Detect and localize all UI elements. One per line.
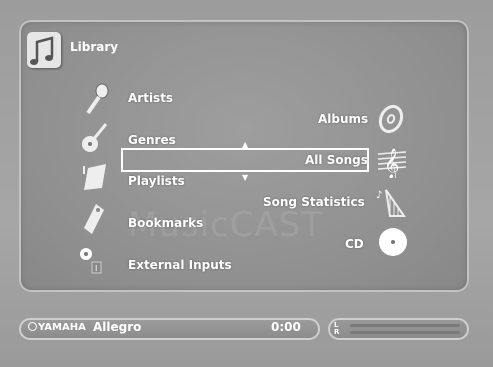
menu-item-bookmarks[interactable]: Bookmarks xyxy=(128,216,203,230)
music-note-icon xyxy=(27,32,61,68)
menu-item-artists[interactable]: Artists xyxy=(128,91,173,105)
scroll-up-arrow-icon[interactable]: ▲ xyxy=(242,140,248,149)
left-channel-bar xyxy=(350,324,460,327)
elapsed-time: 0:00 xyxy=(271,320,301,334)
treble-clef-icon: 𝄞 xyxy=(376,142,408,182)
document-note-icon xyxy=(80,162,110,196)
level-meter xyxy=(328,318,469,340)
svg-text:♪: ♪ xyxy=(376,190,382,201)
tag-icon xyxy=(82,202,108,240)
right-channel-bar xyxy=(350,331,460,334)
harp-icon: ♪ xyxy=(376,186,410,224)
menu-item-cd[interactable]: CD xyxy=(345,237,364,251)
microphone-icon xyxy=(82,82,112,120)
guitar-icon xyxy=(80,120,110,158)
menu-item-albums[interactable]: Albums xyxy=(318,112,368,126)
svg-text:I: I xyxy=(95,264,97,273)
brand-label: YAMAHA xyxy=(38,322,86,333)
menu-item-song-statistics[interactable]: Song Statistics xyxy=(263,195,365,209)
channel-labels: L R xyxy=(334,322,339,336)
input-jack-icon: I xyxy=(78,244,110,280)
cd-icon xyxy=(377,226,409,262)
track-title: Allegro xyxy=(93,320,142,334)
svg-text:𝄞: 𝄞 xyxy=(384,148,399,178)
scroll-down-arrow-icon[interactable]: ▼ xyxy=(242,173,248,182)
menu-item-all-songs[interactable]: All Songs xyxy=(305,153,368,167)
page-title: Library xyxy=(70,40,119,54)
right-channel-label: R xyxy=(334,328,340,336)
menu-item-genres[interactable]: Genres xyxy=(128,133,176,147)
yamaha-logo: YAMAHA xyxy=(28,322,86,333)
disc-icon xyxy=(375,104,407,138)
menu-item-playlists[interactable]: Playlists xyxy=(128,174,185,188)
yamaha-emblem-icon xyxy=(28,322,37,331)
menu-item-external-inputs[interactable]: External Inputs xyxy=(128,258,232,272)
